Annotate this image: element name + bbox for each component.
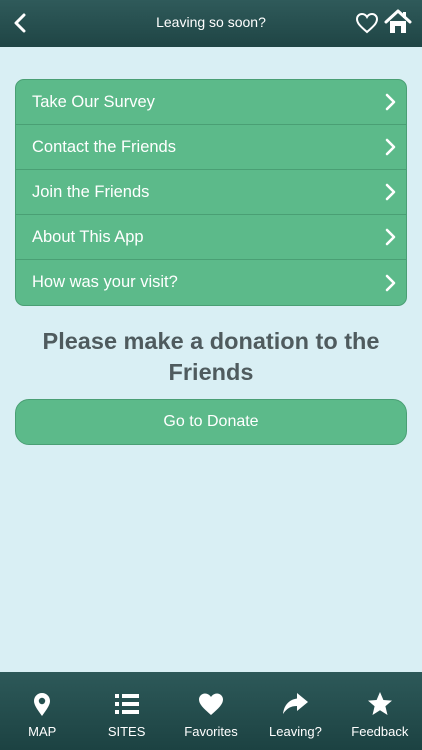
menu-item-label: Take Our Survey — [32, 92, 155, 111]
bottom-tab-bar: MAP SITES Favorites Leaving? Feedback — [0, 672, 422, 750]
top-nav-bar: Leaving so soon? — [0, 0, 422, 47]
go-to-donate-button[interactable]: Go to Donate — [15, 399, 407, 445]
tab-label: MAP — [28, 724, 57, 739]
star-icon — [367, 692, 392, 715]
donation-message: Please make a donation to the Friends — [42, 328, 380, 385]
heart-outline-icon[interactable] — [355, 12, 379, 34]
list-icon — [114, 694, 139, 714]
tab-label: Favorites — [184, 724, 238, 739]
heart-icon — [199, 693, 224, 715]
menu-item-label: Join the Friends — [32, 182, 150, 201]
chevron-right-icon — [385, 138, 396, 156]
menu-item-about-app[interactable]: About This App — [16, 215, 406, 260]
menu-item-join-friends[interactable]: Join the Friends — [16, 170, 406, 215]
tab-feedback[interactable]: Feedback — [338, 672, 422, 750]
share-arrow-icon — [283, 693, 309, 714]
menu-item-contact-friends[interactable]: Contact the Friends — [16, 125, 406, 170]
menu-item-label: About This App — [32, 227, 144, 246]
tab-favorites[interactable]: Favorites — [169, 672, 253, 750]
tab-map[interactable]: MAP — [0, 672, 84, 750]
home-icon[interactable] — [384, 8, 412, 36]
menu-item-label: Contact the Friends — [32, 137, 176, 156]
menu-item-visit-feedback[interactable]: How was your visit? — [16, 260, 406, 305]
tab-sites[interactable]: SITES — [84, 672, 168, 750]
menu-item-take-survey[interactable]: Take Our Survey — [16, 80, 406, 125]
options-menu: Take Our Survey Contact the Friends Join… — [15, 79, 407, 306]
chevron-right-icon — [385, 274, 396, 291]
menu-item-label: How was your visit? — [32, 273, 178, 291]
chevron-right-icon — [385, 228, 396, 246]
chevron-right-icon — [385, 183, 396, 201]
chevron-right-icon — [385, 93, 396, 111]
tab-label: Feedback — [351, 724, 409, 739]
tab-label: Leaving? — [269, 724, 322, 739]
tab-label: SITES — [107, 724, 146, 739]
tab-leaving[interactable]: Leaving? — [253, 672, 337, 750]
map-pin-icon — [34, 693, 51, 716]
